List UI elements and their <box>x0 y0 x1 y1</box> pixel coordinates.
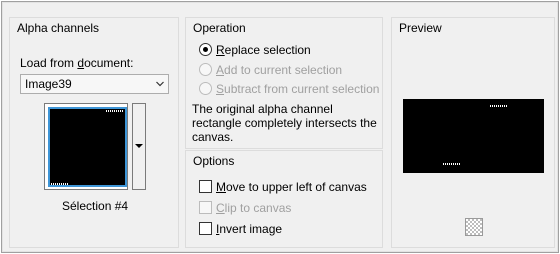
radio-label: Subtract from current selection <box>216 82 380 96</box>
document-select-value: Image39 <box>25 77 72 91</box>
options-group: Options Move to upper left of canvas Cli… <box>185 150 383 248</box>
radio-button[interactable] <box>199 82 212 95</box>
options-title: Options <box>193 154 235 168</box>
load-from-document-label: Load from document: <box>20 56 134 70</box>
transparency-checker-icon[interactable] <box>465 218 483 236</box>
alpha-channel-image <box>48 107 127 187</box>
radio-label: Replace selection <box>216 43 311 57</box>
radio-label: Add to current selection <box>216 63 343 77</box>
operation-group: Operation Replace selection Add to curre… <box>185 17 383 149</box>
checkbox-label: Move to upper left of canvas <box>216 180 367 194</box>
operation-message: The original alpha channel rectangle com… <box>192 102 377 144</box>
radio-button[interactable] <box>199 43 212 56</box>
chevron-down-icon <box>156 81 164 87</box>
alpha-channels-title: Alpha channels <box>17 21 100 35</box>
checkbox[interactable] <box>199 222 212 235</box>
radio-button[interactable] <box>199 63 212 76</box>
selection-marquee-top <box>106 110 124 112</box>
selection-marquee-bottom <box>51 183 69 185</box>
alpha-channels-group: Alpha channels Load from document: Image… <box>9 17 179 248</box>
operation-title: Operation <box>193 21 246 35</box>
preview-marquee-bottom <box>443 163 461 165</box>
checkbox-label: Clip to canvas <box>216 201 292 215</box>
preview-marquee-top <box>490 105 508 107</box>
checkbox[interactable] <box>199 180 212 193</box>
alpha-channel-thumbnail[interactable] <box>44 103 128 190</box>
preview-title: Preview <box>399 21 442 35</box>
preview-image <box>403 99 544 173</box>
checkbox[interactable] <box>199 201 212 214</box>
checkbox-label: Invert image <box>216 222 283 236</box>
selection-caption: Sélection #4 <box>62 199 129 213</box>
document-select[interactable]: Image39 <box>20 74 169 94</box>
load-alpha-dialog: Alpha channels Load from document: Image… <box>1 1 559 253</box>
dropdown-arrow-icon <box>135 144 143 148</box>
thumbnail-dropdown-button[interactable] <box>132 103 146 190</box>
preview-group: Preview <box>391 17 555 248</box>
